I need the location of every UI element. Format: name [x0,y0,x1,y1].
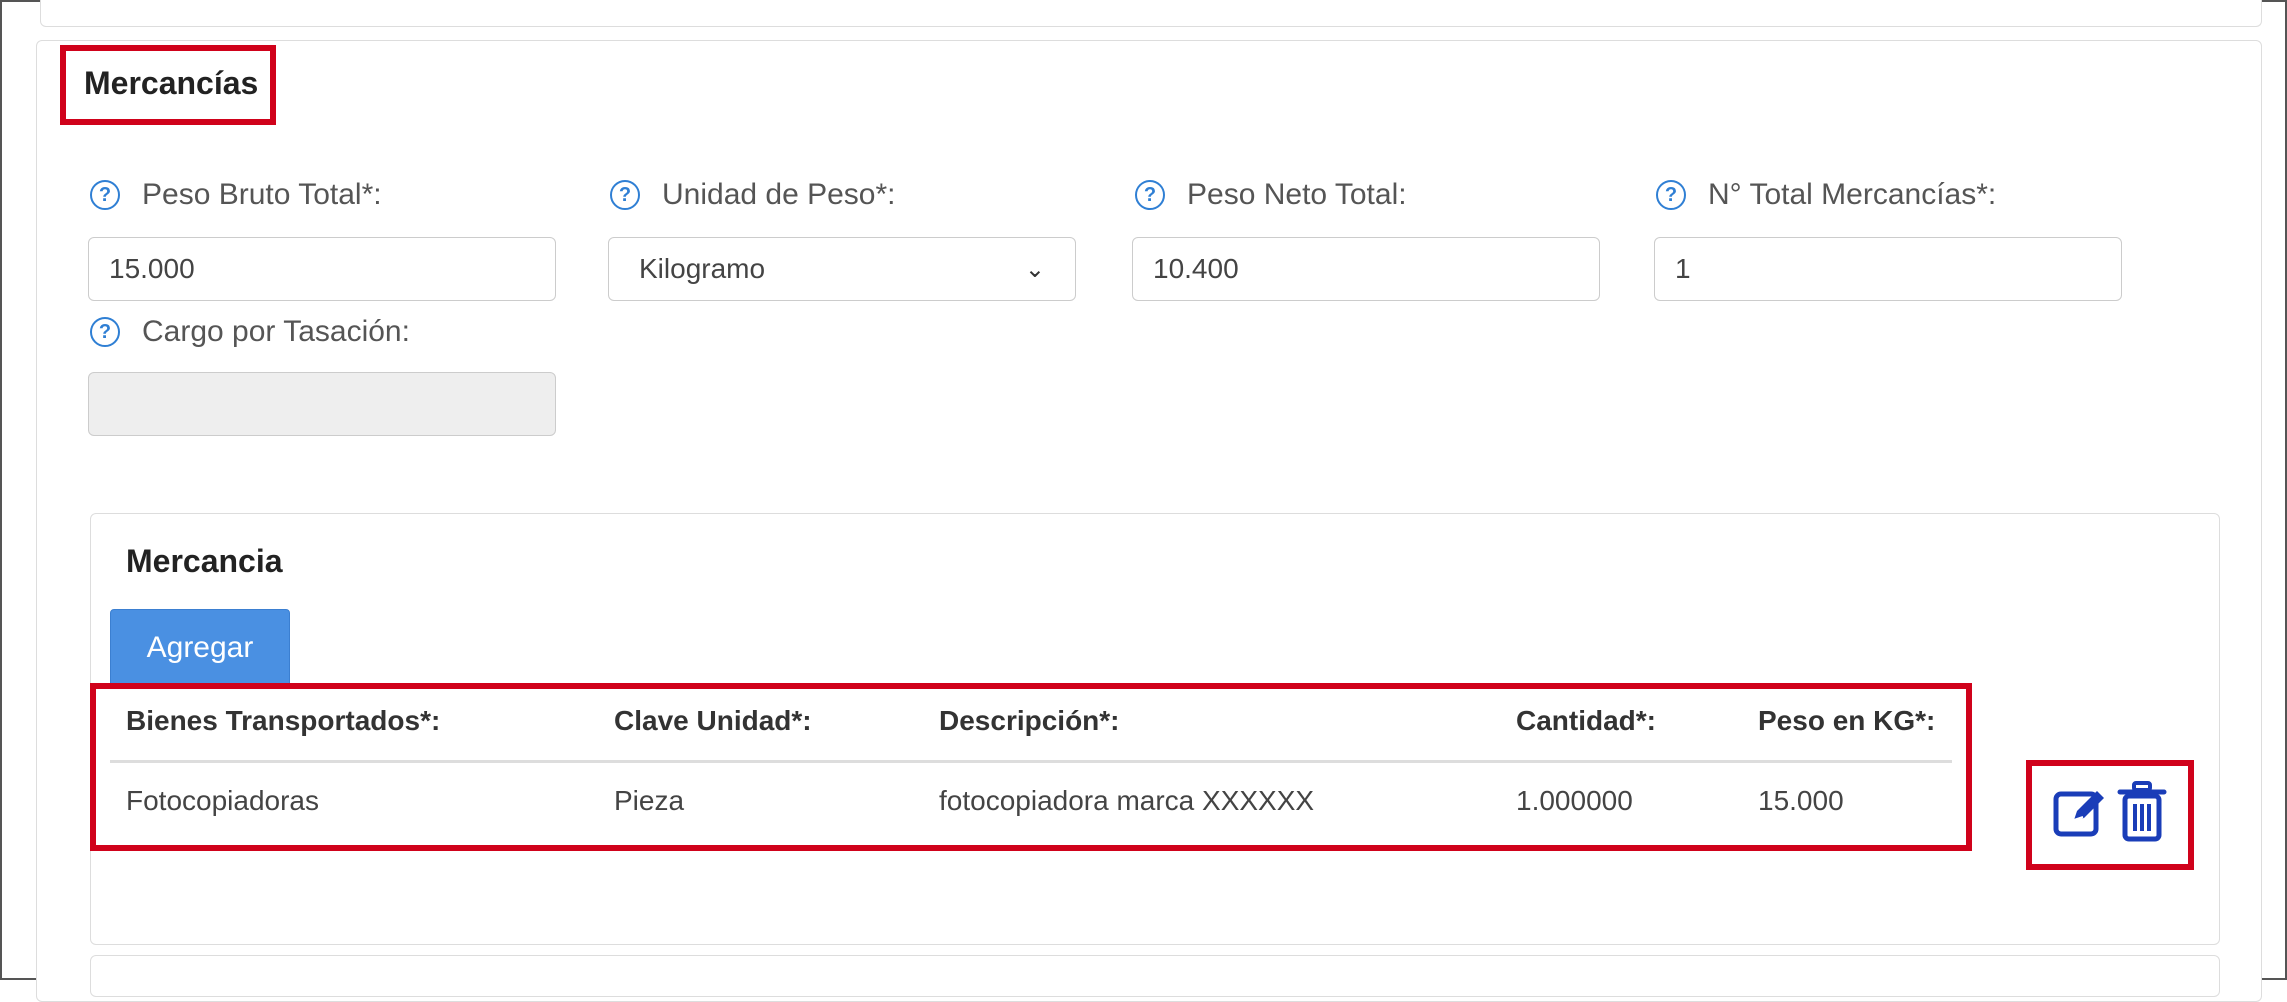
total-mercancias-label-text: N° Total Mercancías*: [1708,178,1997,211]
column-header-descripcion: Descripción*: [939,705,1120,736]
peso-bruto-label-text: Peso Bruto Total*: [142,178,382,211]
cargo-tasacion-label-text: Cargo por Tasación: [142,315,410,348]
chevron-down-icon: ⌄ [1024,255,1045,283]
unidad-peso-label-text: Unidad de Peso*: [662,178,896,211]
edit-icon[interactable] [2050,782,2110,842]
cargo-tasacion-input [88,372,556,436]
cell-clave-unidad: Pieza [614,785,685,816]
peso-neto-label: ? Peso Neto Total: [1135,178,1407,212]
help-icon[interactable]: ? [1656,180,1686,210]
mercancia-title: Mercancia [126,543,283,579]
section-title: Mercancías [84,65,259,101]
total-mercancias-label: ? N° Total Mercancías*: [1656,178,1996,212]
help-icon[interactable]: ? [90,180,120,210]
peso-neto-input[interactable] [1132,237,1600,301]
next-panel-edge [90,955,2220,997]
peso-bruto-label: ? Peso Bruto Total*: [90,178,382,212]
cell-cantidad: 1.000000 [1516,785,1633,816]
previous-panel-edge [40,0,2262,27]
column-header-cantidad: Cantidad*: [1516,705,1656,736]
column-header-peso-kg: Peso en KG*: [1758,705,1936,736]
unidad-peso-label: ? Unidad de Peso*: [610,178,896,212]
trash-icon[interactable] [2117,780,2167,844]
unidad-peso-select[interactable]: Kilogramo ⌄ [608,237,1076,301]
total-mercancias-input[interactable] [1654,237,2122,301]
peso-neto-label-text: Peso Neto Total: [1187,178,1407,211]
add-button[interactable]: Agregar [110,609,290,687]
cargo-tasacion-label: ? Cargo por Tasación: [90,315,410,349]
peso-bruto-input[interactable] [88,237,556,301]
column-header-bienes: Bienes Transportados*: [126,705,441,736]
cell-bienes: Fotocopiadoras [126,785,320,816]
help-icon[interactable]: ? [610,180,640,210]
column-header-clave-unidad: Clave Unidad*: [614,705,812,736]
cell-peso-kg: 15.000 [1758,785,1844,816]
table-divider [110,760,1952,763]
unidad-peso-selected: Kilogramo [639,253,766,284]
cell-descripcion: fotocopiadora marca XXXXXX [939,785,1315,816]
help-icon[interactable]: ? [90,317,120,347]
help-icon[interactable]: ? [1135,180,1165,210]
